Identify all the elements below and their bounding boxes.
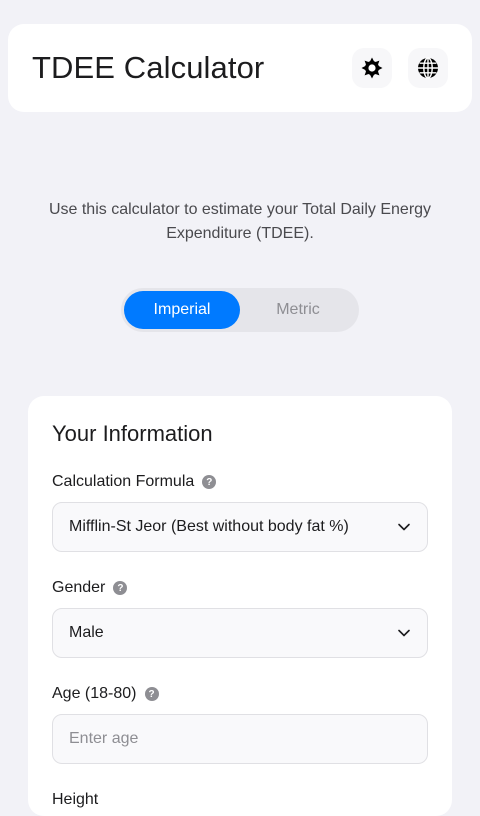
formula-label-row: Calculation Formula ? — [52, 472, 217, 492]
language-button[interactable] — [408, 48, 448, 88]
gender-select[interactable]: Male — [52, 608, 428, 658]
formula-select-value: Mifflin-St Jeor (Best without body fat %… — [69, 518, 349, 535]
gender-label-row: Gender ? — [52, 578, 128, 598]
formula-select[interactable]: Mifflin-St Jeor (Best without body fat %… — [52, 502, 428, 552]
gender-select-value: Male — [69, 624, 104, 641]
height-label-row: Height — [52, 790, 98, 810]
gender-label: Gender — [52, 579, 106, 596]
age-label-row: Age (18-80) ? — [52, 684, 159, 704]
chevron-down-icon — [398, 523, 410, 531]
app-title: TDEE Calculator — [32, 50, 265, 85]
age-help-icon[interactable]: ? — [144, 687, 159, 701]
header-actions — [352, 48, 448, 88]
intro-text: Use this calculator to estimate your Tot… — [48, 201, 432, 242]
age-label: Age (18-80) — [52, 685, 137, 702]
gender-help-icon[interactable]: ? — [113, 581, 128, 595]
card-title: Your Information — [52, 421, 213, 446]
theme-toggle-button[interactable] — [352, 48, 392, 88]
age-input[interactable]: Enter age — [52, 714, 428, 764]
age-input-placeholder: Enter age — [69, 730, 139, 747]
chevron-down-icon — [398, 629, 410, 637]
unit-option-metric[interactable]: Metric — [240, 291, 356, 329]
height-label: Height — [52, 791, 99, 808]
formula-help-icon[interactable]: ? — [202, 475, 217, 489]
sun-icon — [361, 57, 383, 79]
info-card: Your Information Calculation Formula ? M… — [28, 396, 452, 816]
globe-icon — [418, 57, 438, 79]
unit-toggle: Imperial Metric — [121, 288, 359, 332]
app-header: TDEE Calculator — [8, 24, 472, 112]
formula-label: Calculation Formula — [52, 473, 195, 490]
unit-option-imperial[interactable]: Imperial — [124, 291, 240, 329]
